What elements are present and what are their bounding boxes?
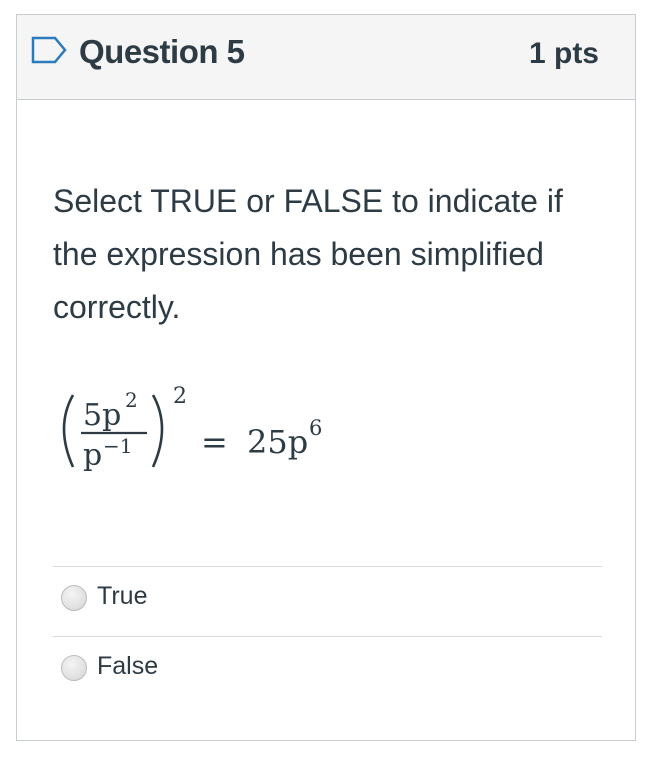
answer-option-true[interactable]: True (61, 579, 601, 619)
question-prompt: Select TRUE or FALSE to indicate if the … (53, 183, 563, 325)
denominator-exponent: −1 (103, 434, 132, 458)
question-card: Question 5 1 pts Select TRUE or FALSE to… (16, 14, 636, 741)
numerator-exponent: 2 (125, 388, 138, 412)
numerator-coefficient: 5p (83, 398, 121, 433)
answer-divider (53, 636, 602, 637)
result-exponent: 6 (309, 416, 322, 440)
question-header: Question 5 1 pts (17, 15, 635, 100)
question-points: 1 pts (528, 37, 599, 70)
left-paren (62, 394, 75, 468)
outer-exponent: 2 (173, 384, 187, 409)
radio-button-icon[interactable] (61, 655, 87, 681)
flag-icon[interactable] (31, 36, 67, 64)
equals-sign: = (201, 423, 228, 461)
right-paren (151, 394, 164, 468)
answer-divider (53, 566, 602, 567)
math-expression: 5p 2 p −1 2 = 25p 6 (51, 365, 391, 485)
question-title: Question 5 (79, 33, 245, 70)
radio-button-icon[interactable] (61, 585, 87, 611)
answer-option-false[interactable]: False (61, 649, 601, 689)
answer-label: False (97, 652, 159, 680)
denominator-base: p (83, 438, 102, 473)
answer-label: True (97, 582, 148, 610)
result-coefficient: 25p (247, 423, 308, 461)
